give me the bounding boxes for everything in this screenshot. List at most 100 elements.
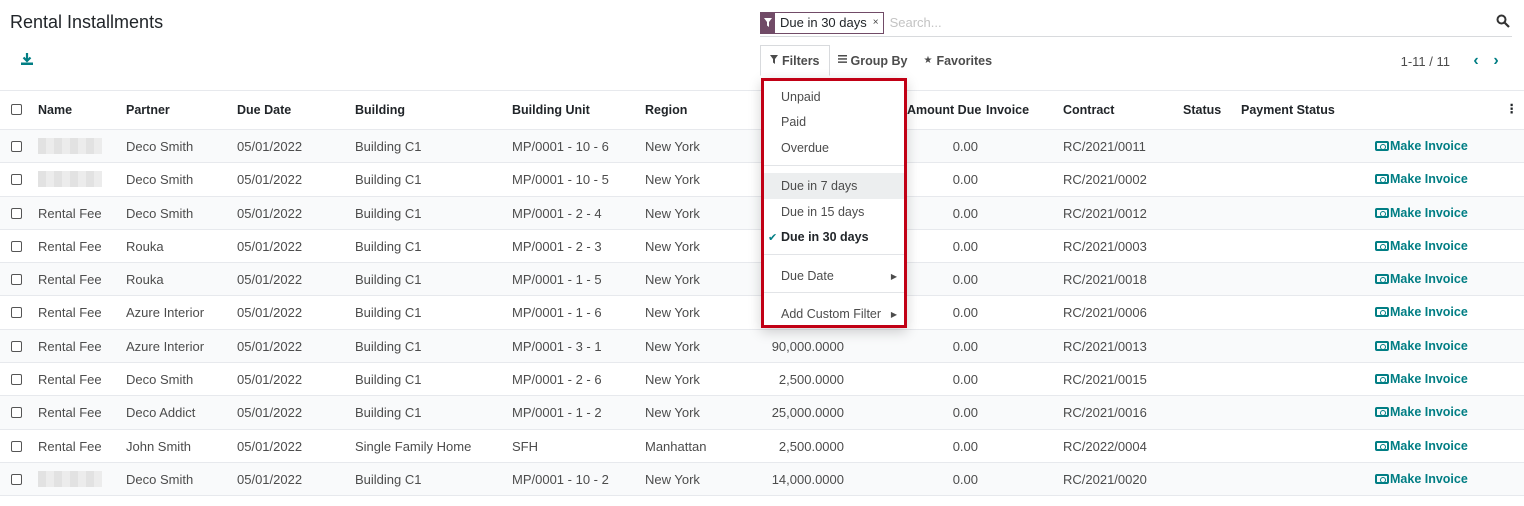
add-custom-filter[interactable]: Add Custom Filter ▶ [764,301,904,327]
cell-due-date: 05/01/2022 [237,471,303,487]
filter-due-15-days[interactable]: Due in 15 days [764,199,904,225]
filter-due-30-days[interactable]: ✔ Due in 30 days [764,224,904,250]
make-invoice-label: Make Invoice [1390,372,1468,387]
make-invoice-label: Make Invoice [1390,238,1468,253]
cell-building: Building C1 [355,172,422,188]
cell-building: Building C1 [355,372,422,388]
pager-next-icon[interactable]: › [1486,52,1506,70]
facet-remove-icon[interactable]: × [873,17,879,28]
select-all-checkbox[interactable] [11,104,22,115]
row-checkbox[interactable] [11,473,22,485]
make-invoice-button[interactable]: Make Invoice [1375,439,1468,453]
row-checkbox[interactable] [11,274,22,286]
filter-unpaid[interactable]: Unpaid [764,84,904,110]
cell-amount-due: 0.00 [952,139,978,154]
cell-amount-due: 0.00 [952,238,978,254]
column-building[interactable]: Building [355,103,405,117]
table-row[interactable]: Rental Fee Deco Smith 05/01/2022 Building C… [0,363,1524,397]
make-invoice-button[interactable]: Make Invoice [1375,472,1468,486]
make-invoice-button[interactable]: Make Invoice [1375,339,1468,353]
pager-value[interactable]: 1-11 / 11 [1401,54,1450,69]
column-amount-due[interactable]: Amount Due [907,103,981,117]
cell-partner: Deco Smith [126,139,194,154]
row-checkbox[interactable] [11,240,22,252]
cell-due-date: 05/01/2022 [237,238,303,254]
column-due-date[interactable]: Due Date [237,103,291,117]
column-status[interactable]: Status [1183,103,1221,117]
filter-overdue[interactable]: Overdue [764,135,904,161]
pager-prev-icon[interactable]: ‹ [1466,52,1486,70]
optional-columns-icon[interactable]: ⋮ [1506,101,1519,116]
row-checkbox[interactable] [11,440,22,452]
cell-amount-due: 0.00 [952,438,978,454]
cell-building: Building C1 [355,238,422,254]
column-partner[interactable]: Partner [126,103,170,117]
row-checkbox[interactable] [11,174,22,186]
cell-amount-due: 0.00 [952,205,978,221]
filter-due-7-days[interactable]: Due in 7 days [764,173,904,199]
download-icon[interactable] [20,52,34,66]
make-invoice-button[interactable]: Make Invoice [1375,405,1468,419]
cell-amount-due: 0.00 [952,372,978,388]
cell-amount: 2,500.0000 [778,438,844,454]
cell-partner: Deco Addict [126,405,196,421]
table-row[interactable]: Rental Fee Azure Interior 05/01/2022 Buildi… [0,329,1524,364]
row-checkbox[interactable] [11,207,22,219]
make-invoice-label: Make Invoice [1390,438,1468,453]
table-row[interactable]: Rental Fee John Smith 05/01/2022 Single Fam… [0,430,1524,463]
row-checkbox[interactable] [11,407,22,419]
make-invoice-button[interactable]: Make Invoice [1375,239,1468,253]
search-icon[interactable] [1496,14,1510,28]
cell-region: New York [645,205,700,221]
filters-label: Filters [782,53,820,68]
cell-amount-due: 0.00 [952,305,978,321]
cell-contract: RC/2021/0003 [1063,238,1147,254]
cell-region: New York [645,405,700,421]
make-invoice-button[interactable]: Make Invoice [1375,172,1468,186]
money-icon [1375,207,1389,218]
make-invoice-button[interactable]: Make Invoice [1375,305,1468,319]
cell-contract: RC/2021/0020 [1063,471,1147,487]
column-invoice[interactable]: Invoice [986,103,1029,117]
column-region[interactable]: Region [645,103,687,117]
row-checkbox[interactable] [11,307,22,319]
cell-amount-due: 0.00 [952,272,978,288]
row-checkbox[interactable] [11,141,22,152]
make-invoice-button[interactable]: Make Invoice [1375,206,1468,220]
filter-due-date[interactable]: Due Date ▶ [764,263,904,289]
add-custom-filter-label: Add Custom Filter [781,307,882,321]
make-invoice-button[interactable]: Make Invoice [1375,372,1468,386]
cell-region: New York [645,372,700,388]
filter-icon [770,54,778,67]
row-checkbox[interactable] [11,340,22,352]
cell-unit: MP/0001 - 10 - 5 [512,172,609,188]
column-payment-status[interactable]: Payment Status [1241,103,1335,117]
divider [764,292,904,293]
search-bar: Due in 30 days × [760,9,1512,37]
column-contract[interactable]: Contract [1063,103,1114,117]
cell-unit: MP/0001 - 1 - 2 [512,405,602,421]
make-invoice-label: Make Invoice [1390,471,1468,486]
cell-contract: RC/2021/0013 [1063,338,1147,354]
search-input[interactable] [889,15,1450,30]
money-icon [1375,307,1389,318]
cell-partner: John Smith [126,438,192,454]
table-row[interactable]: Rental Fee Deco Addict 05/01/2022 Building … [0,396,1524,430]
cell-building: Building C1 [355,405,422,421]
column-building-unit[interactable]: Building Unit [512,103,590,117]
group-by-button[interactable]: Group By [830,45,916,76]
table-row[interactable]: Deco Smith 05/01/2022 Building C1 MP/0001 -… [0,462,1524,497]
make-invoice-button[interactable]: Make Invoice [1375,272,1468,286]
row-checkbox[interactable] [11,374,22,386]
make-invoice-label: Make Invoice [1390,405,1468,420]
make-invoice-button[interactable]: Make Invoice [1375,139,1468,153]
make-invoice-label: Make Invoice [1390,139,1468,153]
filter-paid[interactable]: Paid [764,109,904,135]
filters-button[interactable]: Filters [760,45,830,76]
favorites-button[interactable]: ★ Favorites [915,45,1000,76]
pager: 1-11 / 11 ‹ › [1401,52,1506,70]
cell-due-date: 05/01/2022 [237,172,303,188]
cell-amount: 25,000.0000 [771,405,844,421]
cell-partner: Deco Smith [126,205,194,221]
column-name[interactable]: Name [38,103,72,117]
